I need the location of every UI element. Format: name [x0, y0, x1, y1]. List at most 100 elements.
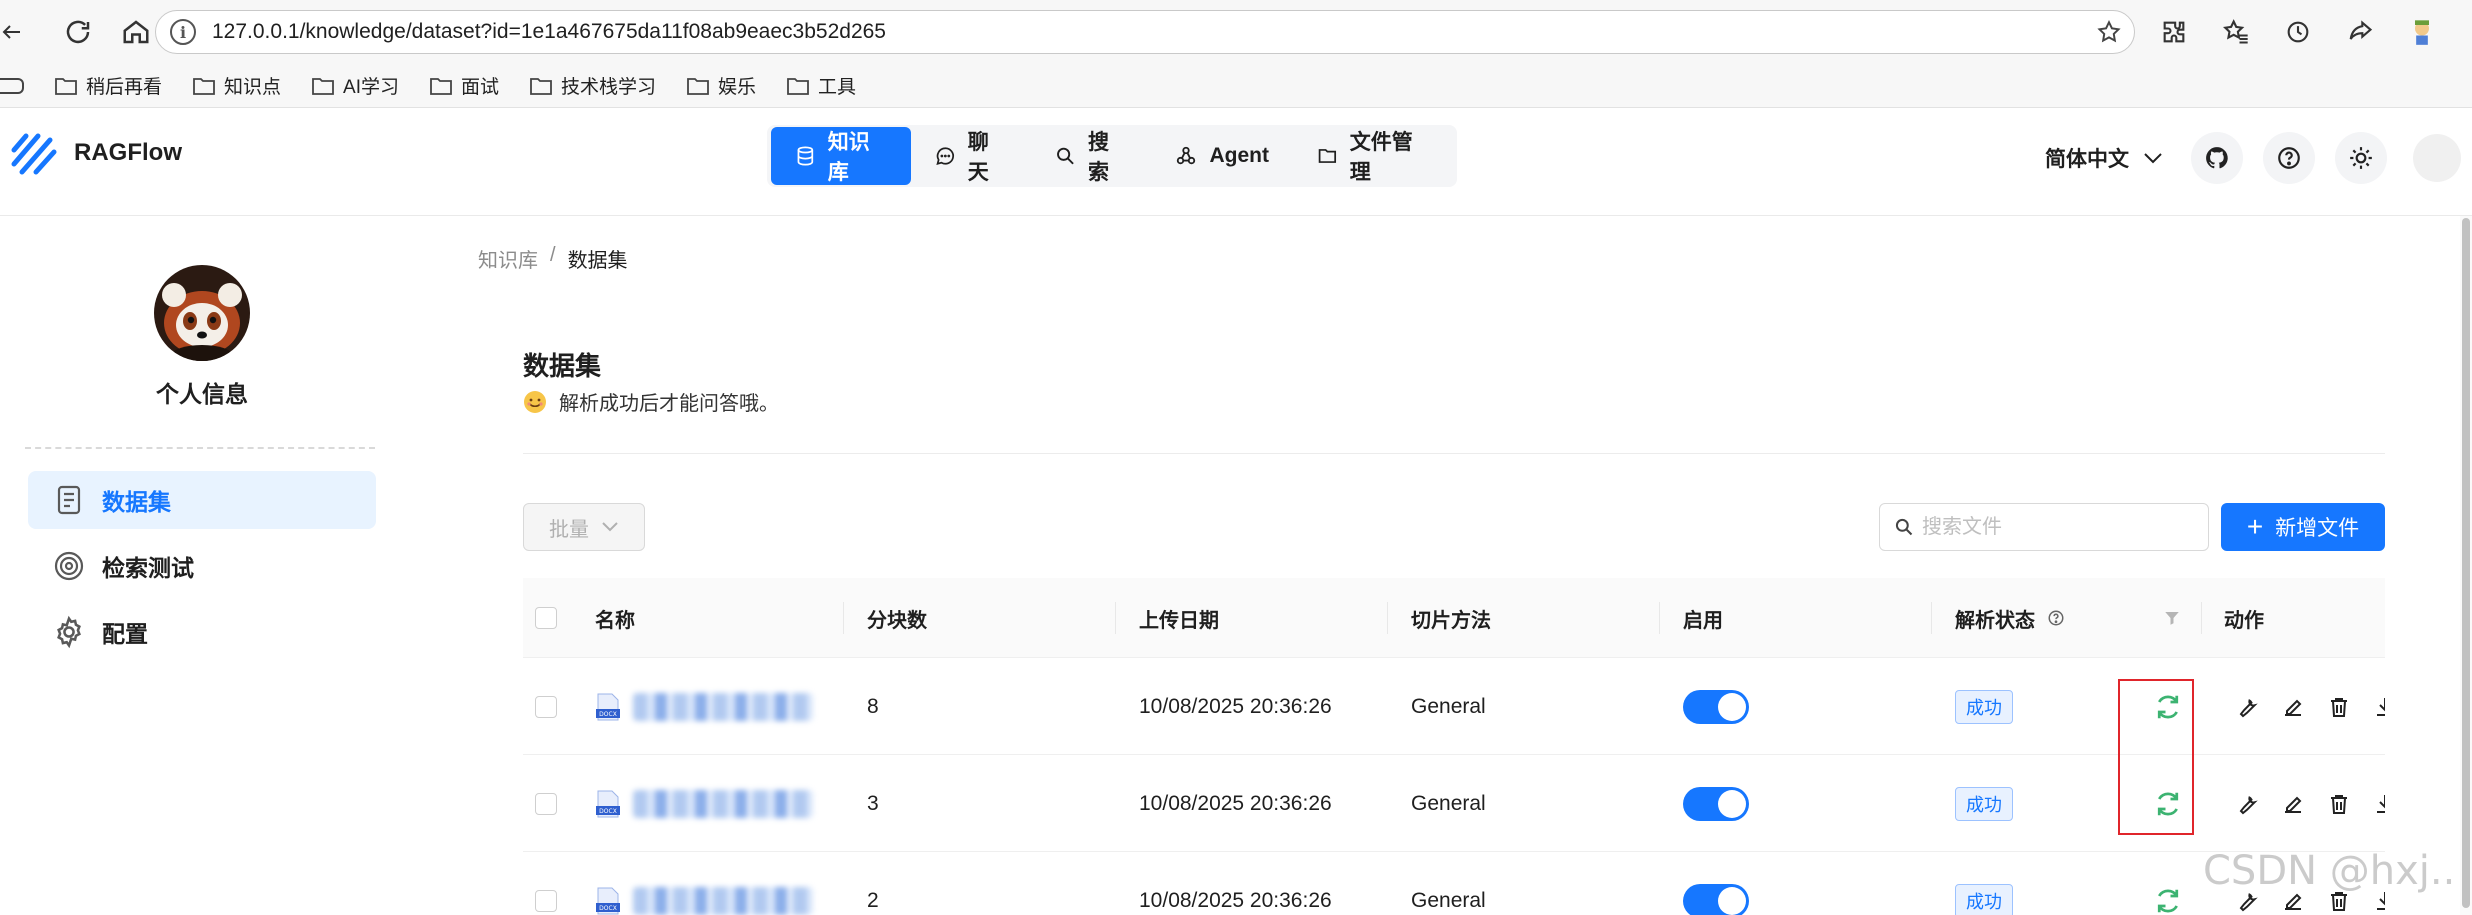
column-header-parse-status[interactable]: 解析状态: [1955, 578, 2065, 658]
download-icon[interactable]: [2373, 792, 2385, 816]
page-scrollbar[interactable]: [2460, 216, 2472, 915]
star-icon[interactable]: [2096, 19, 2122, 45]
row-checkbox[interactable]: [535, 695, 557, 718]
nav-tab-chat[interactable]: 聊天: [911, 127, 1031, 185]
app-name: RAGFlow: [74, 139, 182, 166]
smile-emoji-icon: [524, 390, 546, 413]
file-name-cell[interactable]: DOCX: [595, 852, 813, 915]
enable-toggle[interactable]: [1683, 786, 1749, 821]
enable-toggle[interactable]: [1683, 883, 1749, 915]
edit-icon[interactable]: [2281, 792, 2305, 816]
address-bar[interactable]: i 127.0.0.1/knowledge/dataset?id=1e1a467…: [155, 10, 2135, 54]
puzzle-icon: [2163, 21, 2185, 43]
wrench-icon[interactable]: [2235, 695, 2259, 719]
column-header-name[interactable]: 名称: [595, 578, 635, 658]
refresh-icon[interactable]: [2153, 692, 2183, 722]
column-header-upload-date[interactable]: 上传日期: [1139, 578, 1219, 658]
file-search-box[interactable]: [1879, 503, 2209, 551]
enable-toggle-cell: [1683, 852, 1749, 915]
reload-button[interactable]: [52, 6, 104, 58]
status-badge: 成功: [1955, 689, 2013, 724]
arrow-left-icon: [2, 25, 20, 39]
parse-status-cell: 成功: [1955, 852, 2013, 915]
history-button[interactable]: [2274, 8, 2322, 56]
file-name-cell[interactable]: DOCX: [595, 755, 813, 852]
wrench-icon[interactable]: [2235, 792, 2259, 816]
column-header-enabled[interactable]: 启用: [1683, 578, 1723, 658]
scrollbar-thumb[interactable]: [2462, 218, 2470, 908]
breadcrumb-root-link[interactable]: 知识库: [478, 244, 538, 273]
upload-date: 10/08/2025 20:36:26: [1139, 694, 1332, 718]
help-button[interactable]: [2263, 132, 2315, 184]
bookmark-folder[interactable]: 技术栈学习: [529, 72, 656, 99]
docx-file-icon: DOCX: [596, 790, 620, 817]
folder-icon: [530, 77, 552, 95]
bookmark-folder[interactable]: 知识点: [192, 72, 281, 99]
bookmark-folder[interactable]: 娱乐: [686, 72, 756, 99]
status-badge: 成功: [1955, 786, 2013, 821]
enable-toggle[interactable]: [1683, 689, 1749, 724]
nav-tab-search[interactable]: 搜索: [1031, 127, 1151, 185]
refresh-icon[interactable]: [2153, 886, 2183, 915]
bookmark-folder[interactable]: 面试: [429, 72, 499, 99]
search-icon: [1057, 147, 1075, 165]
delete-icon[interactable]: [2327, 792, 2351, 816]
url-text: 127.0.0.1/knowledge/dataset?id=1e1a46767…: [212, 20, 886, 43]
bookmark-folder[interactable]: AI学习: [311, 72, 399, 99]
enable-toggle-cell: [1683, 658, 1749, 755]
column-header-chunks[interactable]: 分块数: [867, 578, 927, 658]
file-name-cell[interactable]: DOCX: [595, 658, 813, 755]
select-all-checkbox[interactable]: [535, 607, 557, 629]
app-logo[interactable]: RAGFlow: [10, 128, 182, 178]
reparse-cell: [2153, 658, 2183, 755]
refresh-icon[interactable]: [2153, 789, 2183, 819]
theme-toggle-button[interactable]: [2335, 132, 2387, 184]
column-divider: [1115, 602, 1116, 634]
user-avatar[interactable]: [2413, 134, 2461, 182]
row-select-cell: [535, 755, 557, 852]
row-select-cell: [535, 658, 557, 755]
bookmark-folder[interactable]: 稍后再看: [54, 72, 162, 99]
column-divider: [1931, 602, 1932, 634]
bulk-actions-button[interactable]: 批量: [523, 503, 645, 551]
nav-tab-agent[interactable]: Agent: [1151, 127, 1293, 185]
row-checkbox[interactable]: [535, 792, 557, 815]
github-button[interactable]: [2191, 132, 2243, 184]
nav-tab-file-management[interactable]: 文件管理: [1293, 127, 1453, 185]
extensions-button[interactable]: [2150, 8, 2198, 56]
edit-icon[interactable]: [2281, 695, 2305, 719]
language-select[interactable]: 简体中文: [2045, 143, 2163, 173]
breadcrumb-separator: /: [550, 244, 556, 266]
nav-tab-knowledge-base[interactable]: 知识库: [771, 127, 912, 185]
chunk-method: General: [1411, 694, 1486, 718]
more-menu-button[interactable]: [2460, 8, 2472, 56]
column-header-chunk-method[interactable]: 切片方法: [1411, 578, 1491, 658]
sidebar-item-dataset[interactable]: 数据集: [28, 471, 376, 529]
folder-icon: [312, 77, 334, 95]
favorites-button[interactable]: [2212, 8, 2260, 56]
back-button[interactable]: [0, 6, 24, 58]
bookmark-folder[interactable]: 工具: [786, 72, 856, 99]
download-icon[interactable]: [2373, 695, 2385, 719]
row-checkbox[interactable]: [535, 889, 557, 912]
share-icon: [2349, 20, 2373, 40]
row-select-cell: [535, 852, 557, 915]
question-circle-icon[interactable]: [2047, 609, 2065, 627]
browser-profile-button[interactable]: [2398, 8, 2446, 56]
sidebar-item-retrieval-test[interactable]: 检索测试: [28, 537, 376, 595]
gear-icon: [57, 615, 81, 649]
share-button[interactable]: [2336, 8, 2384, 56]
sidebar-item-config[interactable]: 配置: [28, 603, 376, 661]
folder-icon: [55, 77, 77, 95]
delete-icon[interactable]: [2327, 695, 2351, 719]
sidebar-item-label: 检索测试: [102, 555, 194, 581]
reparse-cell: [2153, 852, 2183, 915]
agent-icon: [1177, 146, 1196, 165]
file-search-input[interactable]: [1922, 515, 2202, 539]
reload-icon: [66, 20, 90, 44]
upload-date: 10/08/2025 20:36:26: [1139, 888, 1332, 912]
add-file-button[interactable]: + 新增文件: [2221, 503, 2385, 551]
filter-icon[interactable]: [2163, 609, 2181, 627]
site-info-icon[interactable]: i: [170, 19, 196, 45]
sidebar-toggle-icon[interactable]: [0, 77, 24, 94]
